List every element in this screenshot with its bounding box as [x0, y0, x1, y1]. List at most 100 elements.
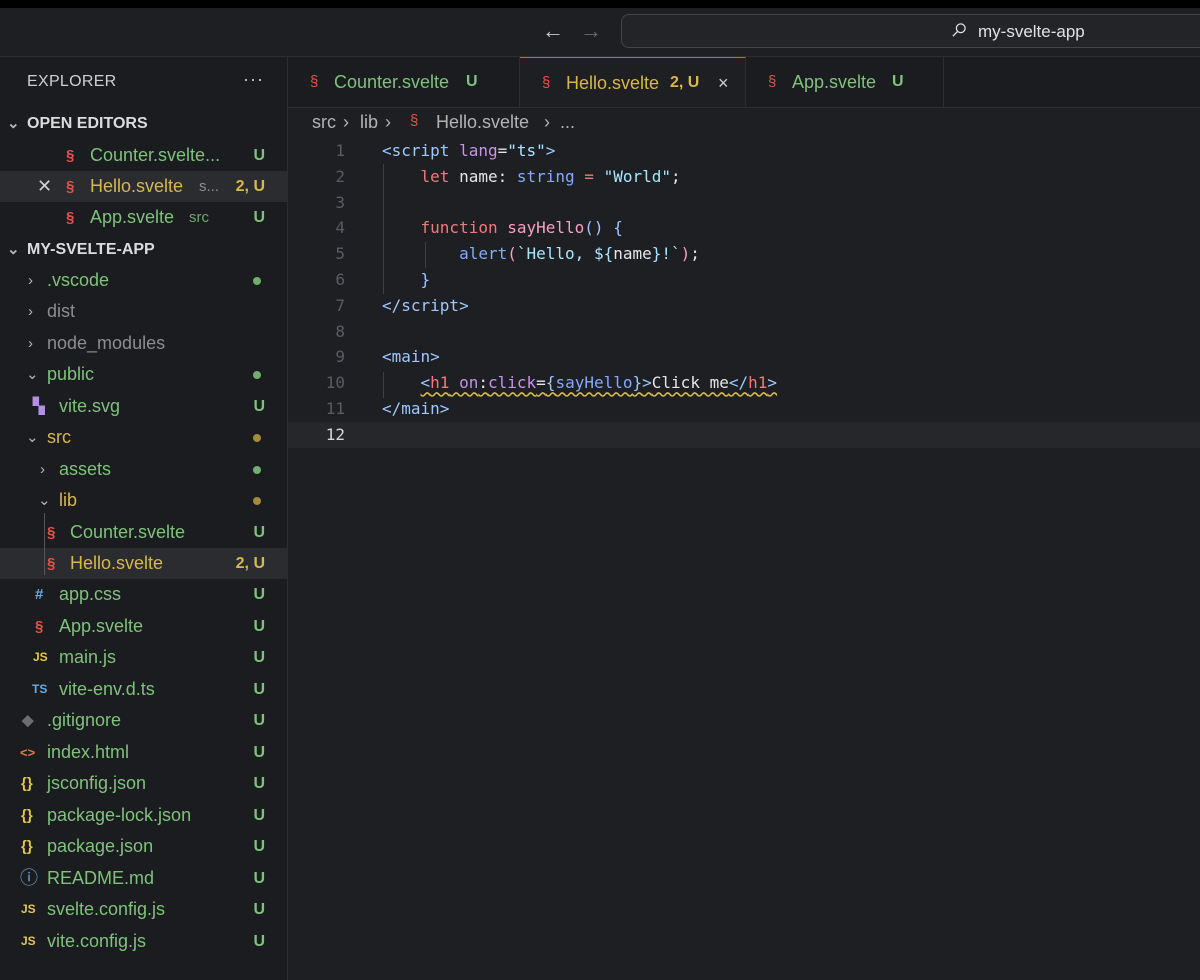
file-item[interactable]: JS vite.config.js U: [0, 926, 287, 957]
folder-item[interactable]: ⌄ lib: [0, 485, 287, 516]
file-label: .gitignore: [47, 710, 122, 730]
code-token: ): [680, 244, 691, 264]
code-token: >: [430, 347, 440, 367]
code-line[interactable]: 8: [288, 319, 1200, 345]
git-status-badge: U: [253, 744, 265, 761]
project-section[interactable]: ⌄ MY-SVELTE-APP: [0, 234, 287, 265]
code-editor[interactable]: 1 <script lang="ts"> 2 let name: string = …: [288, 138, 1200, 980]
tab-hello-svelte[interactable]: § Hello.svelte 2, U ×: [520, 57, 746, 107]
open-editors-section[interactable]: ⌄ OPEN EDITORS: [0, 108, 287, 139]
status-dot: [253, 277, 261, 285]
open-editor-item[interactable]: § App.svelte src U: [0, 202, 287, 233]
file-item[interactable]: {} package.json U: [0, 831, 287, 862]
folder-item[interactable]: › dist: [0, 296, 287, 327]
file-item[interactable]: JS main.js U: [0, 642, 287, 673]
file-label: App.svelte: [90, 207, 175, 227]
file-path-hint: src: [189, 209, 209, 226]
git-status-badge: U: [253, 933, 265, 950]
close-tab-icon[interactable]: ×: [718, 58, 729, 108]
file-label: app.css: [59, 584, 122, 604]
search-icon: [952, 23, 966, 37]
git-status-badge: U: [253, 649, 265, 666]
chevron-down-icon: ⌄: [7, 115, 20, 132]
folder-item[interactable]: › assets: [0, 454, 287, 485]
open-editor-item[interactable]: § Counter.svelte... U: [0, 140, 287, 171]
file-item[interactable]: <> index.html U: [0, 737, 287, 768]
tab-app-svelte[interactable]: § App.svelte U: [746, 57, 944, 107]
more-actions-icon[interactable]: ···: [243, 69, 264, 90]
line-number: 6: [335, 270, 345, 289]
code-token: (: [507, 244, 517, 264]
tab-counter-svelte[interactable]: § Counter.svelte U: [288, 57, 520, 107]
code-token: }: [651, 244, 662, 264]
problem-badge: 2, U: [235, 555, 265, 572]
code-text: </main>: [382, 396, 449, 422]
code-line[interactable]: 11 </main>: [288, 396, 1200, 422]
folder-item[interactable]: › node_modules: [0, 328, 287, 359]
code-line[interactable]: 9 <main>: [288, 344, 1200, 370]
folder-label: public: [47, 364, 95, 384]
code-text: <script lang="ts">: [382, 138, 555, 164]
breadcrumb-item[interactable]: lib: [360, 112, 378, 133]
file-item[interactable]: {} jsconfig.json U: [0, 768, 287, 799]
code-line[interactable]: 5 alert(`Hello, ${name}!`);: [288, 241, 1200, 267]
file-item[interactable]: ⓘ README.md U: [0, 863, 287, 894]
code-line[interactable]: 10 <h1 on:click={sayHello}>Click me</h1>: [288, 370, 1200, 396]
code-line[interactable]: 1 <script lang="ts">: [288, 138, 1200, 164]
tab-label: Hello.svelte: [566, 73, 660, 93]
folder-item[interactable]: ⌄ src: [0, 422, 287, 453]
section-label: OPEN EDITORS: [27, 115, 148, 132]
code-token: >: [439, 399, 450, 418]
code-line[interactable]: 6 }: [288, 267, 1200, 293]
breadcrumb-item[interactable]: src: [312, 112, 336, 133]
code-line[interactable]: 4 function sayHello() {: [288, 215, 1200, 241]
code-token: alert: [459, 244, 508, 264]
code-token: "World": [603, 166, 672, 186]
problem-badge: 2, U: [670, 74, 700, 91]
status-dot: [253, 466, 261, 474]
breadcrumb-item[interactable]: ...: [560, 112, 575, 133]
svelte-file-icon: §: [35, 618, 44, 635]
svelte-file-icon: §: [66, 209, 75, 226]
json-file-icon: {}: [21, 807, 33, 824]
git-status-badge: U: [253, 681, 265, 698]
back-arrow-icon[interactable]: ←: [542, 18, 564, 44]
code-line[interactable]: 12: [288, 421, 1200, 448]
command-center-search[interactable]: my-svelte-app: [621, 14, 1200, 48]
file-item[interactable]: § App.svelte U: [0, 611, 287, 642]
code-text: <main>: [382, 344, 440, 370]
file-item[interactable]: JS svelte.config.js U: [0, 894, 287, 925]
ts-file-icon: TS: [32, 682, 48, 696]
code-token: =: [574, 166, 604, 186]
file-item[interactable]: ▚ vite.svg U: [0, 391, 287, 422]
section-label: MY-SVELTE-APP: [27, 241, 155, 258]
breadcrumb-item[interactable]: Hello.svelte: [436, 112, 529, 133]
folder-item[interactable]: › .vscode: [0, 265, 287, 296]
code-line[interactable]: 3: [288, 190, 1200, 216]
forward-arrow-icon[interactable]: →: [580, 18, 602, 44]
folder-label: lib: [59, 490, 78, 510]
folder-label: node_modules: [47, 333, 166, 353]
line-number: 12: [325, 424, 345, 444]
code-line[interactable]: 7 </script>: [288, 293, 1200, 319]
folder-label: src: [47, 427, 71, 447]
svelte-file-icon: §: [310, 73, 319, 90]
file-item[interactable]: # app.css U: [0, 579, 287, 610]
search-text: my-svelte-app: [978, 22, 1085, 41]
git-status-badge: U: [253, 901, 265, 918]
vite-file-icon: ▚: [33, 398, 45, 415]
open-editor-item[interactable]: ✕ § Hello.svelte s... 2, U: [0, 171, 287, 202]
js-file-icon: JS: [21, 934, 36, 948]
file-item[interactable]: TS vite-env.d.ts U: [0, 674, 287, 705]
file-label: package-lock.json: [47, 805, 192, 825]
file-item[interactable]: ◆ .gitignore U: [0, 705, 287, 736]
code-token: name: [449, 166, 498, 186]
code-line[interactable]: 2 let name: string = "World";: [288, 164, 1200, 190]
svelte-file-icon: §: [410, 112, 419, 129]
folder-item[interactable]: ⌄ public: [0, 359, 287, 390]
close-icon[interactable]: ✕: [37, 171, 52, 202]
file-label: vite.config.js: [47, 931, 147, 951]
file-item[interactable]: {} package-lock.json U: [0, 800, 287, 831]
